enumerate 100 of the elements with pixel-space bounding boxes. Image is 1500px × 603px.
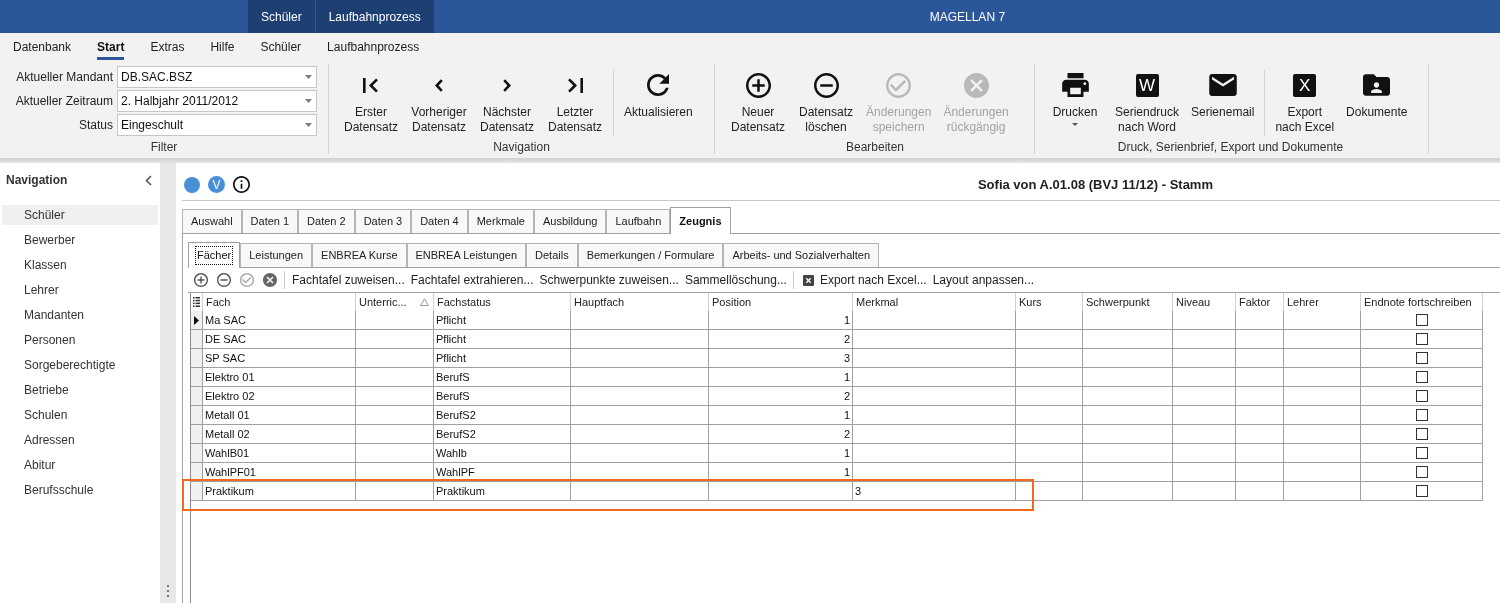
tab[interactable]: Daten 4 bbox=[411, 209, 468, 233]
ribbon-button[interactable]: Erster Datensatz bbox=[337, 72, 405, 135]
column-header[interactable]: Lehrer bbox=[1284, 293, 1361, 311]
combo-box[interactable]: Eingeschult bbox=[117, 114, 317, 136]
ribbon-button[interactable]: Serienemail bbox=[1185, 72, 1261, 120]
tab[interactable]: Daten 3 bbox=[354, 209, 412, 233]
toolbar-button[interactable]: Sammellöschung... bbox=[681, 271, 790, 289]
table-cell: DE SAC bbox=[203, 330, 356, 349]
tab[interactable]: Leistungen bbox=[240, 243, 313, 267]
ribbon-button[interactable]: X Export nach Excel bbox=[1269, 72, 1341, 135]
tab[interactable]: Daten 1 bbox=[241, 209, 299, 233]
combo-box[interactable]: 2. Halbjahr 2011/2012 bbox=[117, 90, 317, 112]
tab[interactable]: Daten 2 bbox=[298, 209, 355, 233]
ribbon-tab[interactable]: Laufbahnprozess bbox=[314, 33, 433, 62]
table-cell bbox=[1173, 330, 1236, 349]
ribbon-tab[interactable]: Extras bbox=[137, 33, 198, 62]
toolbar-button[interactable]: Fachtafel zuweisen... bbox=[289, 271, 408, 289]
field-label: Aktueller Mandant bbox=[16, 69, 113, 86]
context-tab[interactable]: Schüler bbox=[248, 0, 315, 33]
ribbon-tab[interactable]: Schüler bbox=[247, 33, 315, 62]
toolbar-button[interactable]: Layout anpassen... bbox=[929, 271, 1038, 289]
ribbon-tab[interactable]: Datenbank bbox=[0, 33, 85, 62]
column-header[interactable]: Schwerpunkt bbox=[1083, 293, 1173, 311]
combo-box[interactable]: DB.SAC.BSZ bbox=[117, 66, 317, 88]
ribbon-button[interactable]: Dokumente bbox=[1340, 72, 1414, 120]
table-cell: 1 bbox=[709, 463, 853, 482]
checkbox[interactable] bbox=[1415, 466, 1428, 478]
tab[interactable]: Details bbox=[526, 243, 578, 267]
table-cell bbox=[1016, 349, 1083, 368]
table-cell: BerufS2 bbox=[434, 425, 571, 444]
column-header[interactable]: Endnote fortschreiben bbox=[1361, 293, 1483, 311]
checkbox[interactable] bbox=[1415, 428, 1428, 440]
column-header[interactable]: Fachstatus bbox=[434, 293, 571, 311]
column-header[interactable]: Position bbox=[709, 293, 853, 311]
column-header[interactable]: Kurs bbox=[1016, 293, 1083, 311]
column-header[interactable]: Niveau bbox=[1173, 293, 1236, 311]
table-cell: 1 bbox=[709, 406, 853, 425]
column-header[interactable]: Merkmal bbox=[853, 293, 1016, 311]
checkbox[interactable] bbox=[1415, 485, 1428, 497]
table-cell bbox=[1173, 425, 1236, 444]
toolbar-button[interactable]: Schwerpunkte zuweisen... bbox=[536, 271, 682, 289]
ribbon-button[interactable]: Vorheriger Datensatz bbox=[405, 72, 473, 135]
checkbox[interactable] bbox=[1415, 409, 1428, 421]
row-header[interactable] bbox=[191, 311, 203, 330]
tab[interactable]: Ausbildung bbox=[534, 209, 607, 233]
table-cell: BerufS bbox=[434, 368, 571, 387]
table-cell bbox=[1236, 444, 1284, 463]
toolbar-button[interactable]: Export nach Excel... bbox=[799, 271, 930, 289]
column-header[interactable]: Faktor bbox=[1236, 293, 1284, 311]
sort-triangle-icon bbox=[420, 298, 429, 306]
table-cell: BerufS bbox=[434, 387, 571, 406]
tab[interactable]: Arbeits- und Sozialverhalten bbox=[723, 243, 879, 267]
checkbox[interactable] bbox=[1415, 352, 1428, 364]
table-cell: Metall 02 bbox=[203, 425, 356, 444]
nav-item[interactable]: Schüler bbox=[2, 205, 158, 225]
table-cell bbox=[1236, 311, 1284, 330]
column-chooser-icon[interactable] bbox=[193, 297, 200, 307]
toolbar-button[interactable]: Fachtafel extrahieren... bbox=[407, 271, 537, 289]
table-cell bbox=[1016, 463, 1083, 482]
ribbon-button[interactable]: Neuer Datensatz bbox=[724, 72, 792, 135]
caret-down-icon bbox=[305, 75, 312, 79]
checkbox[interactable] bbox=[1415, 314, 1428, 326]
tab[interactable]: Auswahl bbox=[182, 209, 242, 233]
refresh-icon bbox=[647, 74, 670, 96]
tab[interactable]: Laufbahn bbox=[606, 209, 671, 233]
ribbon-button[interactable]: Nächster Datensatz bbox=[473, 72, 541, 135]
checkbox[interactable] bbox=[1415, 371, 1428, 383]
ribbon-button[interactable]: W Seriendruck nach Word bbox=[1109, 72, 1186, 135]
table-cell: 1 bbox=[709, 368, 853, 387]
ribbon-button[interactable]: Drucken bbox=[1041, 72, 1109, 128]
checkbox[interactable] bbox=[1415, 390, 1428, 402]
table-cell bbox=[1016, 444, 1083, 463]
tab[interactable]: ENBREA Kurse bbox=[312, 243, 407, 267]
ribbon-button[interactable]: Datensatz löschen bbox=[792, 72, 860, 135]
tab[interactable]: Merkmale bbox=[467, 209, 534, 233]
column-header[interactable]: Fach bbox=[203, 293, 356, 311]
tab[interactable]: Zeugnis bbox=[670, 207, 731, 234]
chevron-left-icon[interactable] bbox=[145, 174, 152, 186]
tab[interactable]: Fächer bbox=[188, 242, 241, 268]
ribbon-button[interactable]: Letzter Datensatz bbox=[541, 72, 609, 135]
group-label: Bearbeiten bbox=[845, 139, 904, 155]
column-header[interactable]: Unterric... bbox=[356, 293, 434, 311]
field-label: Status bbox=[78, 117, 113, 134]
table-cell: Metall 01 bbox=[203, 406, 356, 425]
tab[interactable]: Bemerkungen / Formulare bbox=[577, 243, 724, 267]
table-cell bbox=[1173, 387, 1236, 406]
tab[interactable]: ENBREA Leistungen bbox=[406, 243, 526, 267]
checkbox[interactable] bbox=[1415, 447, 1428, 459]
ribbon-tab[interactable]: Hilfe bbox=[197, 33, 248, 62]
context-tab[interactable]: Laufbahnprozess bbox=[315, 0, 434, 33]
checkbox[interactable] bbox=[1415, 333, 1428, 345]
table-cell: WahlB01 bbox=[203, 444, 356, 463]
ribbon-button[interactable]: Aktualisieren bbox=[618, 72, 699, 120]
skip-to-start-icon bbox=[363, 77, 379, 93]
table-cell bbox=[1016, 330, 1083, 349]
ribbon-tab[interactable]: Start bbox=[84, 33, 138, 62]
column-header[interactable]: Hauptfach bbox=[571, 293, 709, 311]
table-cell: Elektro 01 bbox=[203, 368, 356, 387]
info-icon[interactable] bbox=[233, 176, 250, 193]
table-cell bbox=[1236, 463, 1284, 482]
